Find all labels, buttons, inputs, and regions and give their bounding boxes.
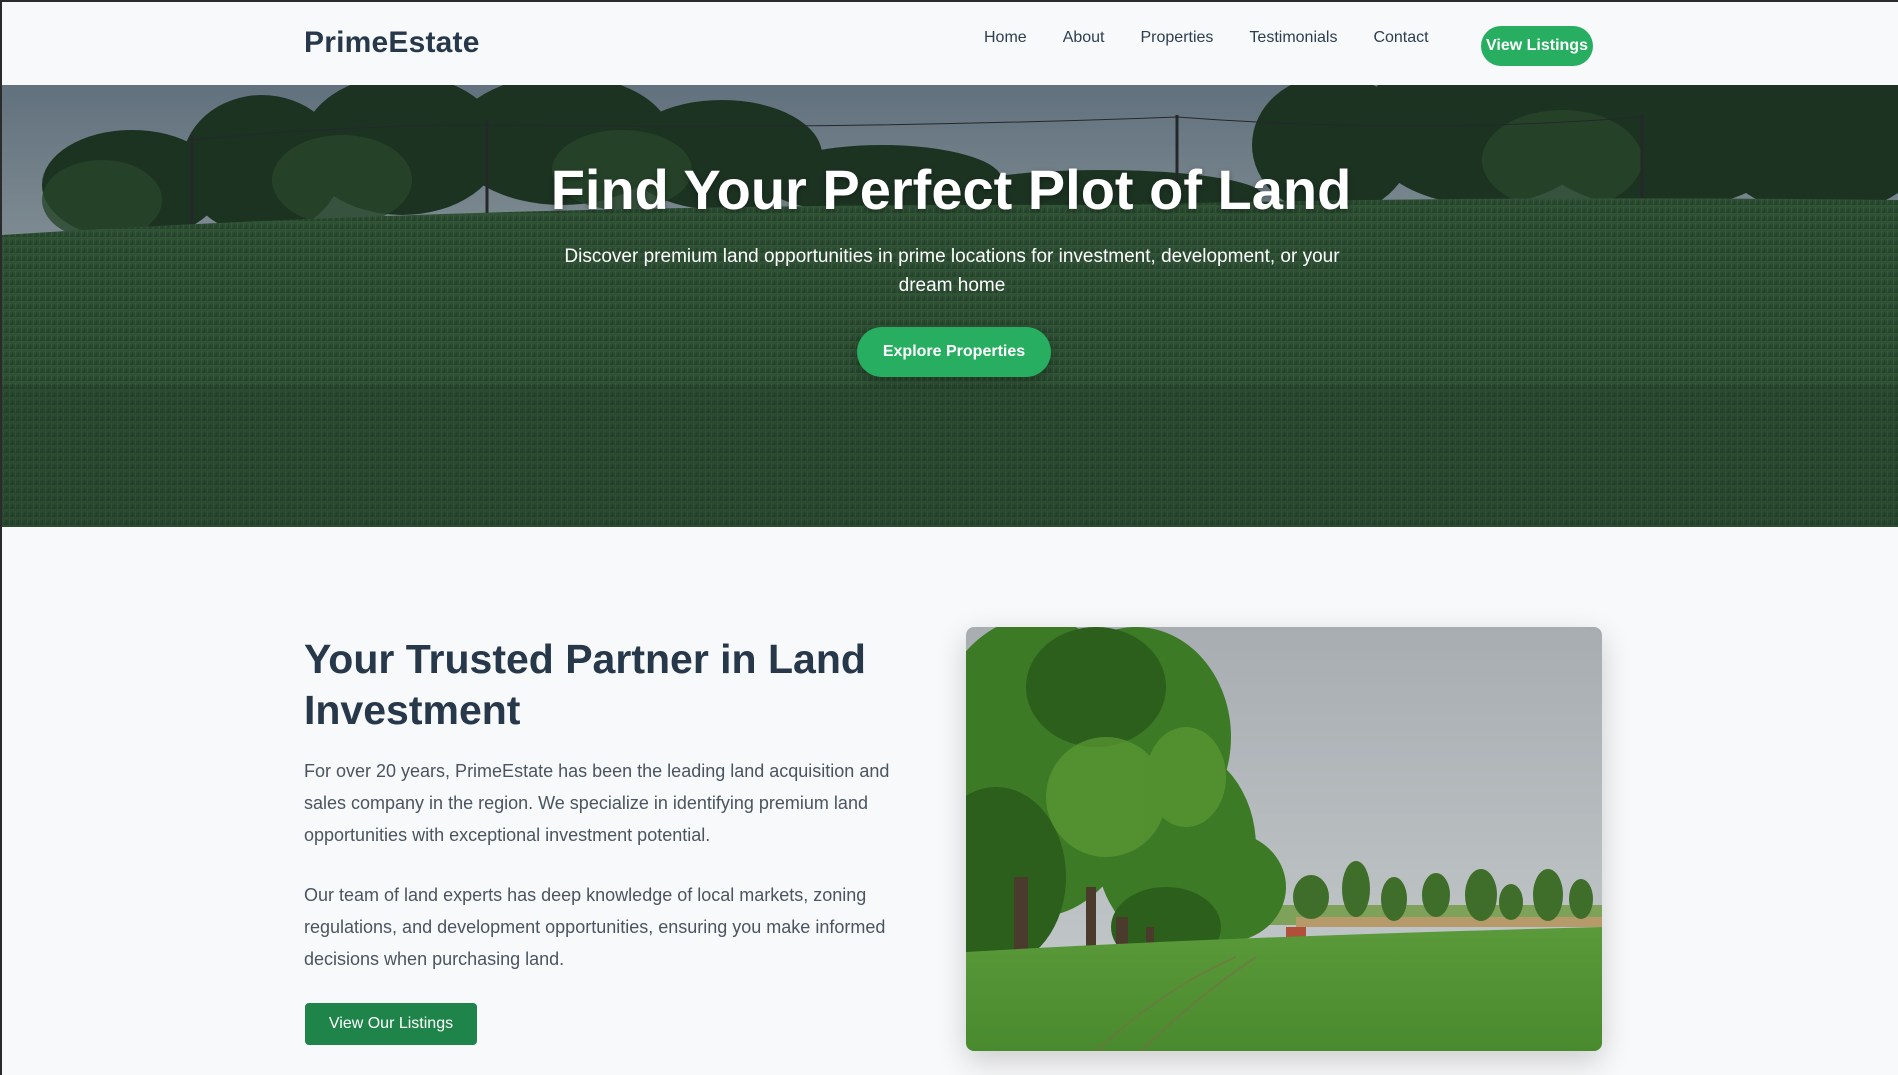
view-our-listings-button[interactable]: View Our Listings — [305, 1003, 477, 1045]
about-landscape-image — [966, 627, 1602, 1051]
about-title: Your Trusted Partner in Land Investment — [304, 636, 866, 733]
landscape-photo — [966, 627, 1602, 1051]
nav-link-contact[interactable]: Contact — [1373, 30, 1428, 46]
hero-title: Find Your Perfect Plot of Land — [550, 158, 1352, 221]
hero-subtitle: Discover premium land opportunities in p… — [564, 246, 1340, 296]
about-section: Your Trusted Partner in Land Investment … — [0, 527, 1898, 1075]
explore-properties-button[interactable]: Explore Properties — [857, 327, 1051, 377]
nav-link-about[interactable]: About — [1063, 30, 1105, 46]
hero-section: Find Your Perfect Plot of Land Discover … — [0, 85, 1898, 527]
nav-link-home[interactable]: Home — [984, 30, 1027, 46]
about-paragraph-2: Our team of land experts has deep knowle… — [304, 885, 886, 969]
hero-overlay — [2, 85, 1898, 527]
site-header: PrimeEstate Home About Properties Testim… — [0, 0, 1898, 85]
main-nav: Home About Properties Testimonials Conta… — [984, 30, 1465, 46]
logo[interactable]: PrimeEstate — [304, 26, 480, 60]
view-listings-button[interactable]: View Listings — [1481, 26, 1593, 66]
nav-link-properties[interactable]: Properties — [1141, 30, 1214, 46]
nav-link-testimonials[interactable]: Testimonials — [1249, 30, 1337, 46]
about-paragraph-1: For over 20 years, PrimeEstate has been … — [304, 761, 890, 845]
